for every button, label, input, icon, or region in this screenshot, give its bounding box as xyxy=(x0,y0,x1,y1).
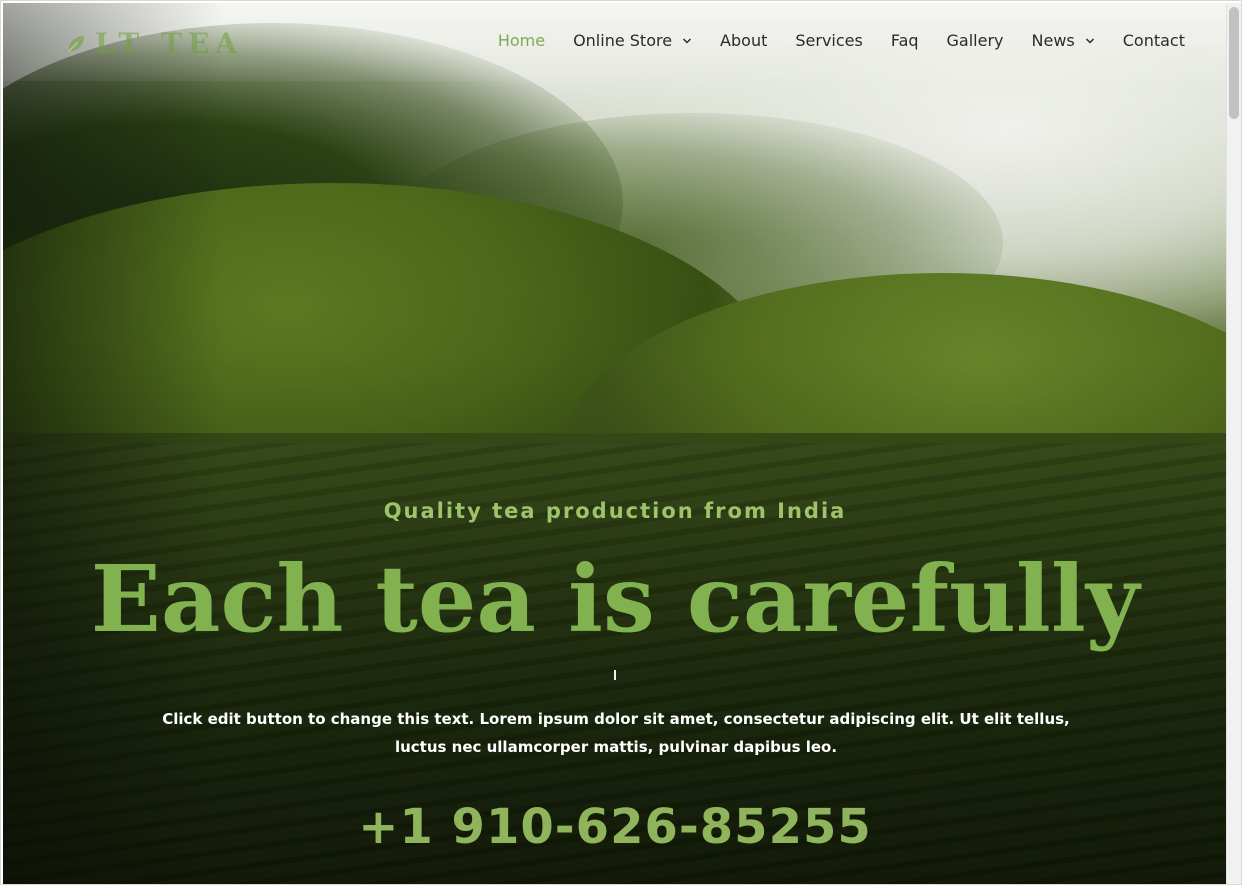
nav-online-store[interactable]: Online Store xyxy=(573,31,692,50)
text-cursor xyxy=(614,670,616,680)
logo-text: LT TEA xyxy=(95,27,243,60)
site-header: LT TEA Home Online Store About Services … xyxy=(3,3,1227,81)
hero-body-text: Click edit button to change this text. L… xyxy=(162,710,1070,756)
hero-headline: Each tea is carefully xyxy=(90,545,1140,653)
nav-services[interactable]: Services xyxy=(795,31,862,50)
nav-online-store-label: Online Store xyxy=(573,31,673,50)
nav-about[interactable]: About xyxy=(720,31,767,50)
leaf-icon xyxy=(68,35,85,52)
nav-about-label: About xyxy=(720,31,768,50)
chevron-down-icon xyxy=(683,37,692,44)
nav-news[interactable]: News xyxy=(1032,31,1095,50)
hero-phone-number[interactable]: +1 910-626-85255 xyxy=(3,799,1227,855)
nav-home[interactable]: Home xyxy=(498,31,545,50)
hero-tagline: Quality tea production from India xyxy=(383,499,847,523)
nav-gallery[interactable]: Gallery xyxy=(947,31,1004,50)
site-logo[interactable]: LT TEA xyxy=(65,27,243,60)
nav-gallery-label: Gallery xyxy=(946,31,1004,50)
nav-contact-label: Contact xyxy=(1122,31,1185,50)
chevron-down-icon xyxy=(1085,37,1094,44)
browser-viewport: LT TEA Home Online Store About Services … xyxy=(0,0,1242,885)
nav-contact[interactable]: Contact xyxy=(1123,31,1185,50)
page-scrollbar[interactable] xyxy=(1226,3,1241,884)
main-navigation: Home Online Store About Services Faq Gal… xyxy=(498,31,1185,50)
nav-home-label: Home xyxy=(497,31,546,50)
nav-faq[interactable]: Faq xyxy=(891,31,919,50)
nav-faq-label: Faq xyxy=(890,31,919,50)
scrollbar-thumb[interactable] xyxy=(1229,7,1239,119)
nav-services-label: Services xyxy=(795,31,863,50)
nav-news-label: News xyxy=(1031,31,1075,50)
